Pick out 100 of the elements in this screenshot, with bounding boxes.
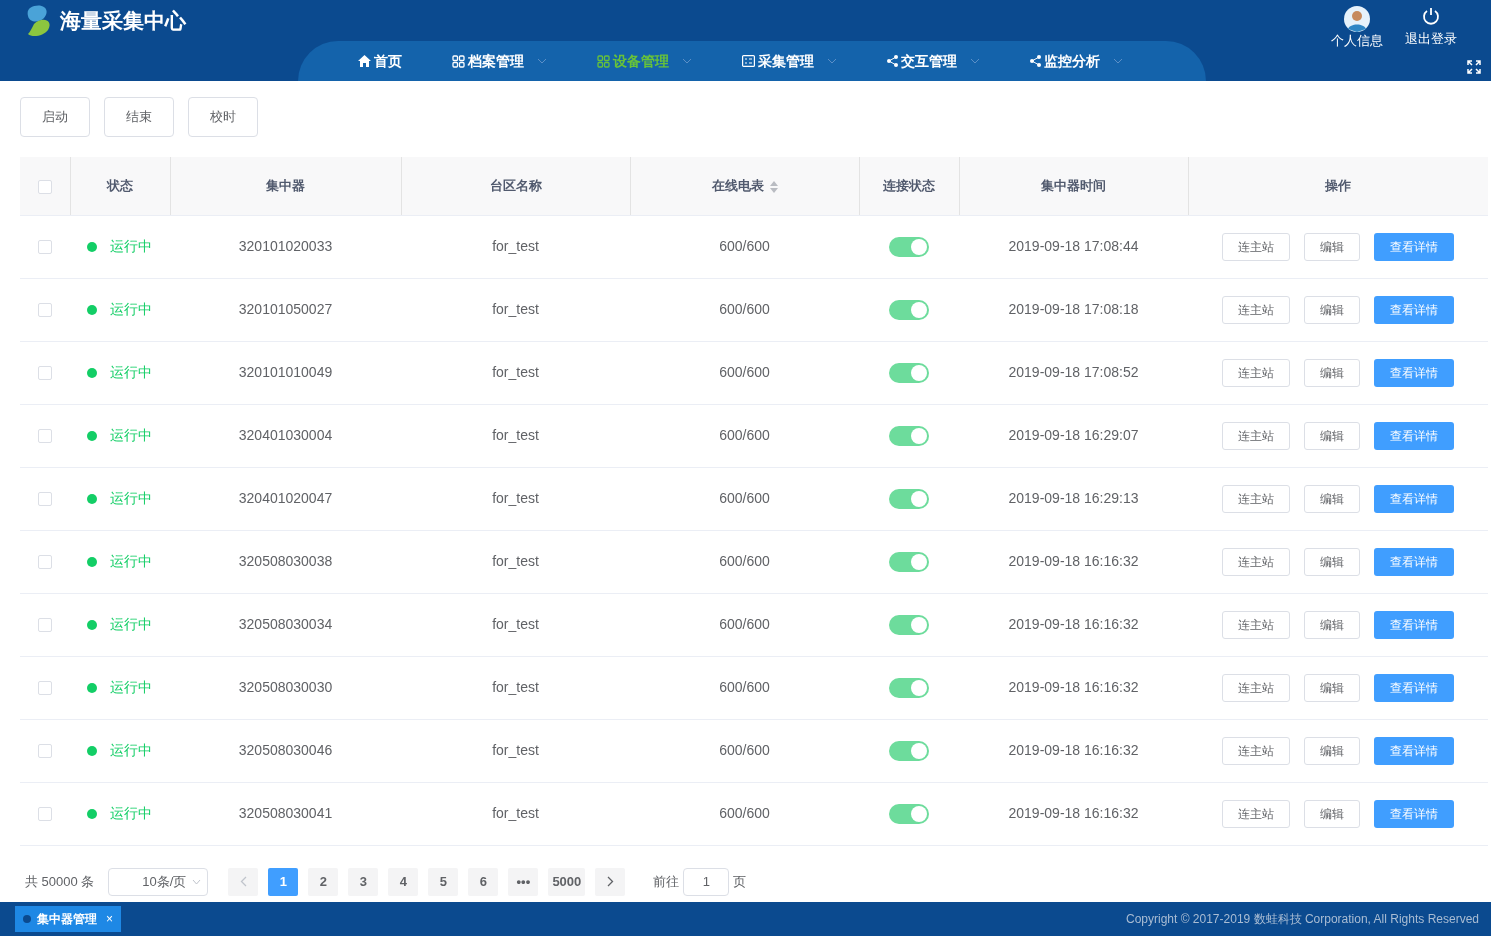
page-suffix: 页 [733, 872, 747, 891]
checkbox[interactable] [38, 429, 52, 444]
action-button[interactable]: 编辑 [1304, 484, 1360, 513]
table-cell: for_test [492, 742, 539, 758]
toggle-switch[interactable] [889, 426, 929, 447]
toggle-switch[interactable] [889, 678, 929, 699]
column-header: 在线电表 [711, 178, 764, 193]
action-button[interactable]: 编辑 [1304, 610, 1360, 639]
nav-tab[interactable]: 档案管理 [452, 50, 547, 72]
action-button[interactable]: 编辑 [1304, 547, 1360, 576]
checkbox[interactable] [38, 555, 52, 570]
power-icon[interactable] [1422, 6, 1440, 26]
page-button[interactable]: 3 [348, 867, 379, 896]
checkbox[interactable] [38, 618, 52, 633]
nav-tab[interactable]: 首页 [358, 50, 402, 72]
status-text: 运行中 [110, 489, 152, 508]
avatar-icon[interactable] [1344, 6, 1370, 32]
page-button[interactable]: 5000 [548, 867, 586, 896]
status-text: 运行中 [110, 426, 152, 445]
table-cell: for_test [492, 490, 539, 506]
nav-tab[interactable]: 监控分析 [1030, 50, 1123, 72]
table-cell: 600/600 [719, 679, 770, 695]
action-button[interactable]: 连主站 [1222, 799, 1290, 828]
page-size-select[interactable]: 10条/页 [108, 867, 209, 896]
page-input[interactable]: 1 [683, 867, 730, 896]
checkbox[interactable] [38, 366, 52, 381]
toggle-switch[interactable] [889, 489, 929, 510]
footer-tab[interactable]: 集中器管理 × [15, 906, 121, 932]
action-button[interactable]: 连主站 [1222, 232, 1290, 261]
sort-icon[interactable] [769, 180, 778, 193]
table-cell: 2019-09-18 16:16:32 [1008, 616, 1139, 632]
action-button[interactable]: 编辑 [1304, 673, 1360, 702]
toggle-switch[interactable] [889, 363, 929, 384]
page-button[interactable]: 6 [468, 867, 499, 896]
checkbox[interactable] [38, 492, 52, 507]
toggle-switch[interactable] [889, 237, 929, 258]
action-button[interactable]: 连主站 [1222, 736, 1290, 765]
table-cell: 2019-09-18 16:16:32 [1008, 553, 1139, 569]
action-button[interactable]: 编辑 [1304, 421, 1360, 450]
chevron-icon [682, 58, 692, 64]
action-button[interactable]: 编辑 [1304, 232, 1360, 261]
action-button[interactable]: 编辑 [1304, 736, 1360, 765]
table-cell: 2019-09-18 16:29:07 [1008, 427, 1139, 443]
table-cell: 2019-09-18 17:08:52 [1008, 364, 1139, 380]
close-icon[interactable]: × [106, 910, 113, 928]
share-icon [887, 55, 898, 67]
checkbox[interactable] [38, 303, 52, 318]
action-button[interactable]: 编辑 [1304, 358, 1360, 387]
prev-page-button[interactable] [228, 867, 259, 896]
page-button[interactable]: 2 [308, 867, 339, 896]
table-cell: 600/600 [719, 553, 770, 569]
action-button[interactable]: 连主站 [1222, 484, 1290, 513]
action-button[interactable]: 连主站 [1222, 358, 1290, 387]
nav-tab[interactable]: 交互管理 [887, 50, 980, 72]
action-button[interactable]: 编辑 [1304, 295, 1360, 324]
action-button[interactable]: 连主站 [1222, 421, 1290, 450]
toggle-switch[interactable] [889, 804, 929, 825]
logout-link[interactable]: 退出登录 [1405, 29, 1457, 49]
toolbar-button[interactable]: 校时 [188, 97, 258, 137]
table-cell: 320101050027 [238, 301, 333, 317]
table-cell: for_test [492, 679, 539, 695]
table-cell: 600/600 [719, 742, 770, 758]
page-button[interactable]: ••• [508, 867, 539, 896]
toolbar-button[interactable]: 结束 [104, 97, 174, 137]
action-button[interactable]: 连主站 [1222, 610, 1290, 639]
table-cell: for_test [492, 301, 539, 317]
checkbox[interactable] [38, 744, 52, 759]
table-cell: 2019-09-18 16:16:32 [1008, 805, 1139, 821]
table-cell: for_test [492, 553, 539, 569]
toggle-switch[interactable] [889, 741, 929, 762]
page-button[interactable]: 5 [428, 867, 459, 896]
toggle-switch[interactable] [889, 552, 929, 573]
grid-icon [597, 54, 610, 68]
column-header: 操作 [1325, 178, 1352, 193]
column-header: 状态 [107, 178, 133, 193]
chevron-icon [970, 58, 980, 64]
action-button[interactable]: 连主站 [1222, 547, 1290, 576]
toolbar-button[interactable]: 启动 [20, 97, 90, 137]
fullscreen-icon[interactable] [1467, 60, 1481, 74]
chevron-right-icon [606, 876, 614, 887]
toggle-switch[interactable] [889, 300, 929, 321]
checkbox[interactable] [37, 179, 52, 194]
checkbox[interactable] [38, 240, 52, 255]
profile-link[interactable]: 个人信息 [1331, 31, 1383, 51]
nav-tab[interactable]: 采集管理 [742, 50, 837, 72]
toggle-switch[interactable] [889, 615, 929, 636]
action-button[interactable]: 编辑 [1304, 799, 1360, 828]
action-button[interactable]: 连主站 [1222, 295, 1290, 324]
checkbox[interactable] [38, 681, 52, 696]
table-cell: 600/600 [719, 301, 770, 317]
status-text: 运行中 [110, 237, 152, 256]
page-button[interactable]: 4 [388, 867, 419, 896]
chevron-icon [537, 58, 547, 64]
chevron-icon [192, 878, 202, 885]
table-cell: 600/600 [719, 805, 770, 821]
next-page-button[interactable] [595, 867, 626, 896]
action-button[interactable]: 连主站 [1222, 673, 1290, 702]
table-cell: 600/600 [719, 427, 770, 443]
table-cell: 2019-09-18 16:29:13 [1008, 490, 1139, 506]
checkbox[interactable] [38, 807, 52, 822]
